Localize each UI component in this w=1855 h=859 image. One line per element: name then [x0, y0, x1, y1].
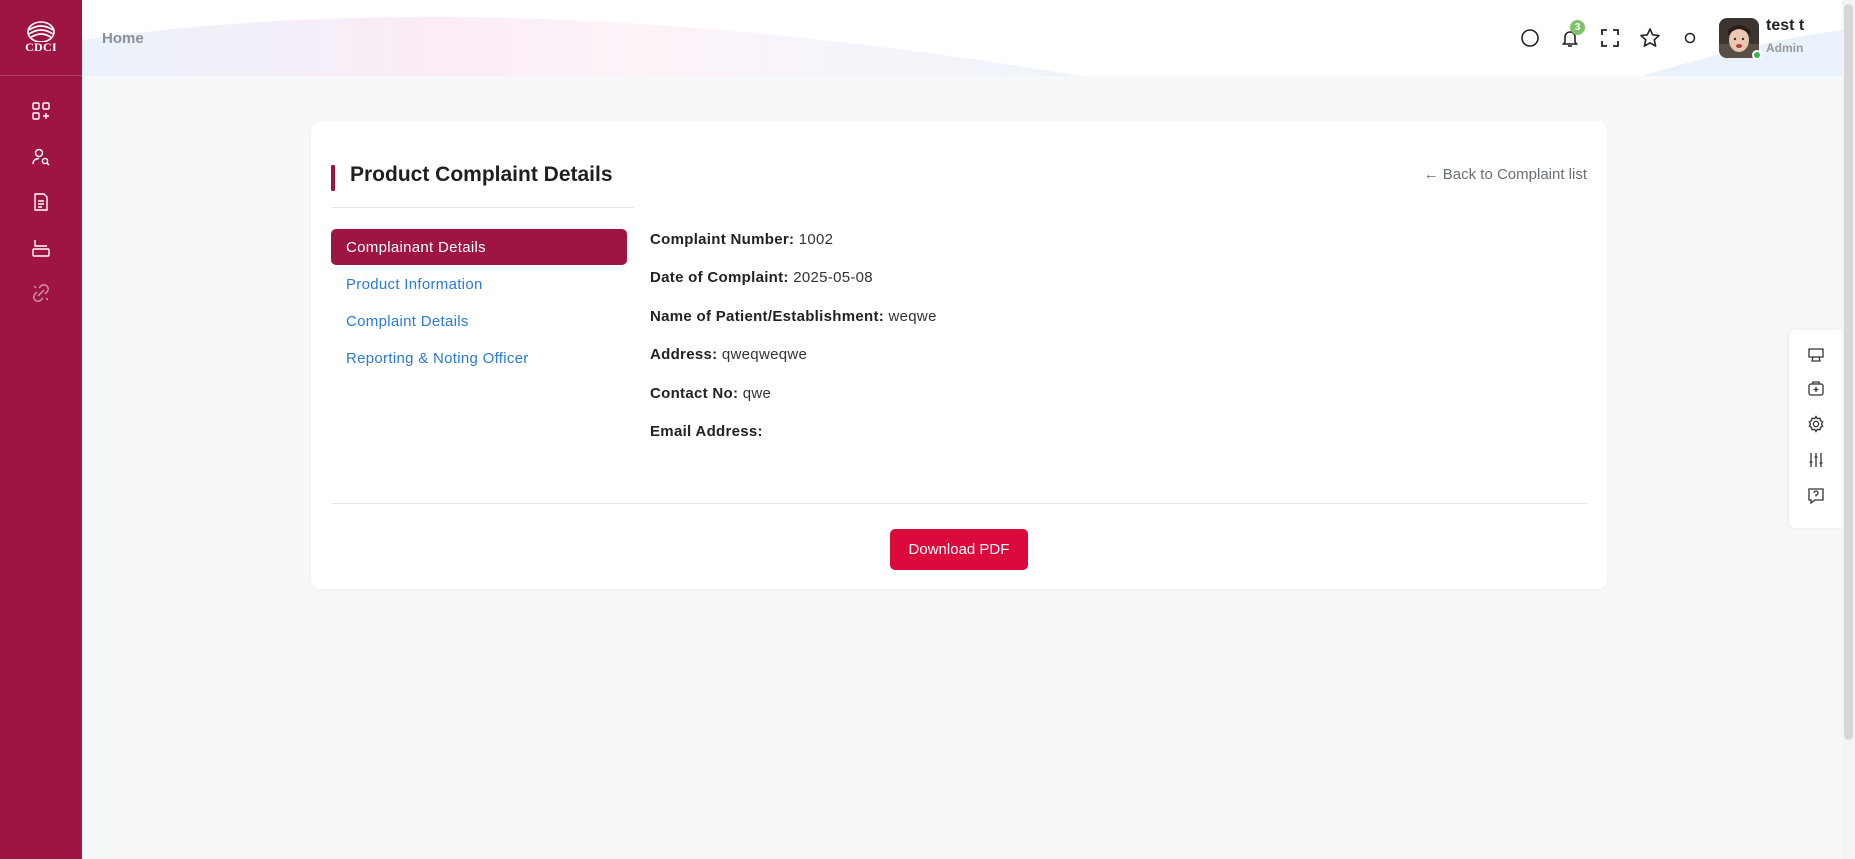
- search-circle-icon: [1521, 29, 1539, 47]
- notification-badge: 3: [1570, 20, 1585, 35]
- field-label: Name of Patient/Establishment:: [650, 308, 885, 325]
- title-divider: [331, 207, 634, 208]
- scrollbar-thumb[interactable]: [1844, 4, 1853, 740]
- field-label: Address:: [650, 346, 718, 363]
- logo-text: CDCI: [25, 40, 57, 54]
- right-floating-toolbar: [1789, 330, 1842, 528]
- document-icon: [34, 193, 48, 211]
- tab-complaint-details[interactable]: Complaint Details: [331, 303, 627, 339]
- adjustments-button[interactable]: [1806, 450, 1826, 470]
- field-patient-establishment: Name of Patient/Establishment: weqwe: [650, 308, 937, 325]
- brand-logo[interactable]: CDCI: [0, 0, 82, 76]
- inbox-button[interactable]: [1806, 345, 1826, 365]
- settings-button[interactable]: [1806, 414, 1826, 434]
- layout-icon: [32, 240, 50, 257]
- inbox-icon: [1808, 348, 1824, 362]
- logo-emblem-icon: [27, 21, 55, 42]
- field-label: Email Address:: [650, 423, 763, 440]
- favorites-button[interactable]: [1638, 26, 1662, 50]
- field-value: qweqweqwe: [721, 346, 808, 363]
- user-search-icon: [32, 148, 50, 166]
- star-icon: [1640, 28, 1660, 47]
- tab-complainant-details[interactable]: Complainant Details: [331, 229, 627, 265]
- top-header: Home 3 test t Admin: [82, 0, 1842, 76]
- sidebar-item-documents[interactable]: [29, 190, 53, 214]
- first-aid-icon: [1808, 381, 1824, 396]
- field-complaint-number: Complaint Number: 1002: [650, 231, 833, 248]
- apps-grid-icon: [32, 102, 50, 120]
- sidebar-item-links[interactable]: [29, 281, 53, 305]
- sidebar-item-layout[interactable]: [29, 236, 53, 260]
- theme-toggle-button[interactable]: [1678, 26, 1702, 50]
- medical-kit-button[interactable]: [1806, 378, 1826, 398]
- field-date-of-complaint: Date of Complaint: 2025-05-08: [650, 269, 873, 286]
- field-label: Contact No:: [650, 385, 739, 402]
- footer-divider: [331, 503, 1587, 504]
- fullscreen-icon: [1601, 29, 1619, 47]
- breadcrumb[interactable]: Home: [102, 30, 144, 47]
- sliders-icon: [1809, 453, 1823, 467]
- field-label: Complaint Number:: [650, 231, 795, 248]
- field-email-address: Email Address:: [650, 423, 763, 440]
- search-button[interactable]: [1518, 26, 1542, 50]
- notifications-button[interactable]: 3: [1558, 20, 1585, 50]
- sidebar-item-dashboard[interactable]: [29, 99, 53, 123]
- field-value: 1002: [798, 231, 834, 248]
- tab-product-information[interactable]: Product Information: [331, 266, 627, 302]
- back-to-list-link[interactable]: ← Back to Complaint list: [1424, 166, 1587, 183]
- tab-reporting-noting-officer[interactable]: Reporting & Noting Officer: [331, 340, 627, 376]
- fullscreen-button[interactable]: [1598, 26, 1622, 50]
- download-pdf-button[interactable]: Download PDF: [890, 529, 1028, 570]
- page-title: Product Complaint Details: [350, 163, 613, 186]
- help-button[interactable]: [1806, 486, 1826, 506]
- title-accent-bar: [331, 165, 335, 191]
- field-contact-no: Contact No: qwe: [650, 385, 771, 402]
- complaint-details-card: Product Complaint Details ← Back to Comp…: [311, 121, 1607, 589]
- field-label: Date of Complaint:: [650, 269, 789, 286]
- gear-icon: [1808, 415, 1824, 433]
- sun-icon: [1684, 32, 1696, 44]
- message-icon: [1808, 488, 1824, 505]
- field-value: 2025-05-08: [793, 269, 873, 286]
- field-value: weqwe: [888, 308, 937, 325]
- user-name[interactable]: test t: [1766, 17, 1804, 35]
- field-address: Address: qweqweqwe: [650, 346, 807, 363]
- field-value: qwe: [742, 385, 772, 402]
- online-status-dot: [1752, 50, 1762, 60]
- sidebar-item-users[interactable]: [29, 145, 53, 169]
- link-broken-icon: [33, 284, 49, 302]
- user-role: Admin: [1766, 41, 1804, 55]
- sidebar: CDCI: [0, 0, 82, 859]
